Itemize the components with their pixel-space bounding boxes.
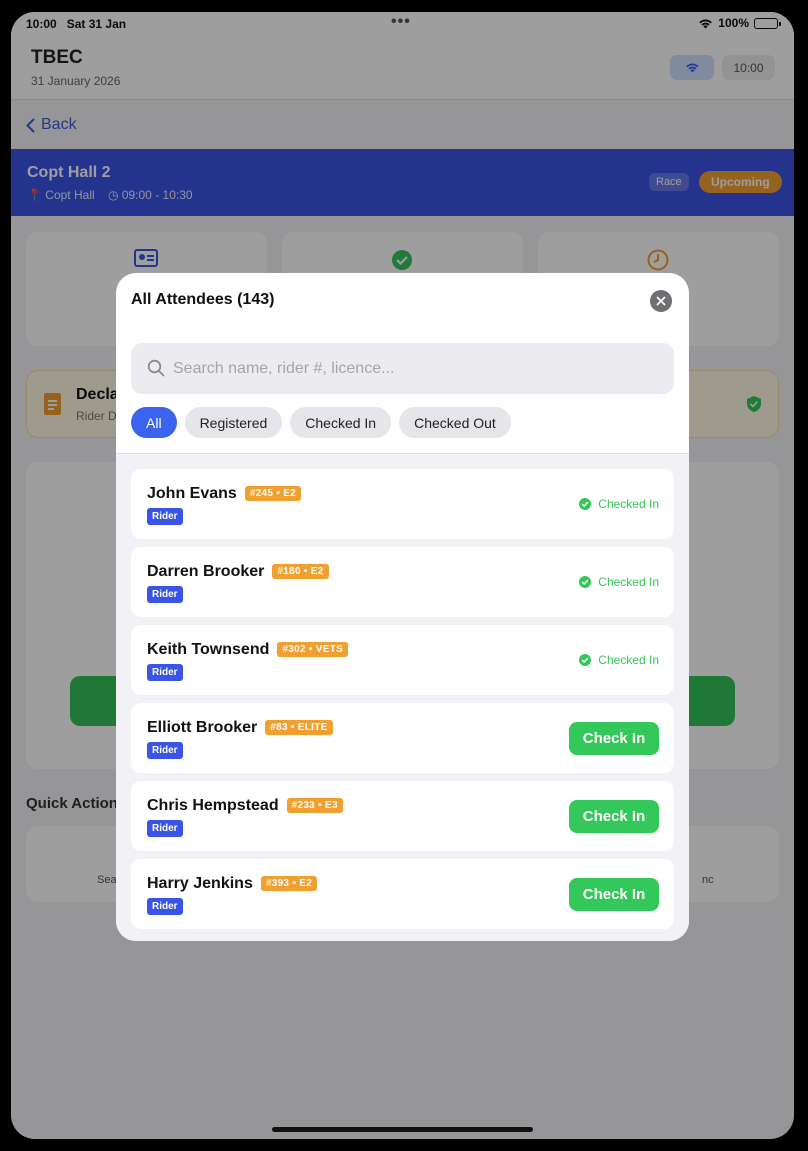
role-badge: Rider — [147, 508, 183, 525]
attendee-row[interactable]: Keith Townsend #302 • VETS Rider Checked … — [131, 625, 674, 695]
attendee-name: Darren Brooker #180 • E2 — [147, 563, 329, 581]
check-in-button[interactable]: Check In — [569, 878, 659, 911]
rider-number-badge: #302 • VETS — [277, 642, 349, 657]
attendee-row[interactable]: Darren Brooker #180 • E2 Rider Checked In — [131, 547, 674, 617]
search-icon — [147, 359, 165, 377]
checkmark-circle-icon — [579, 576, 592, 588]
role-badge: Rider — [147, 898, 183, 915]
rider-number-badge: #393 • E2 — [260, 876, 318, 891]
role-badge: Rider — [147, 586, 183, 603]
attendee-name: John Evans #245 • E2 — [147, 485, 302, 503]
attendee-name: Keith Townsend #302 • VETS — [147, 641, 349, 659]
checked-in-status: Checked In — [579, 497, 659, 511]
modal-header: All Attendees (143) All Registered Check… — [116, 273, 689, 453]
filter-checked-in[interactable]: Checked In — [290, 407, 392, 438]
role-badge: Rider — [147, 820, 183, 837]
rider-number-badge: #233 • E3 — [286, 798, 343, 813]
attendee-row[interactable]: Chris Hempstead #233 • E3 Rider Check In — [131, 781, 674, 851]
check-in-button[interactable]: Check In — [569, 722, 659, 755]
checked-in-status: Checked In — [579, 575, 659, 589]
attendee-row[interactable]: Elliott Brooker #83 • ELITE Rider Check I… — [131, 703, 674, 773]
filter-checked-out[interactable]: Checked Out — [399, 407, 511, 438]
search-field[interactable] — [131, 343, 674, 394]
checkmark-circle-icon — [579, 498, 592, 510]
check-in-button[interactable]: Check In — [569, 800, 659, 833]
rider-number-badge: #83 • ELITE — [265, 720, 333, 735]
attendee-row[interactable]: Harry Jenkins #393 • E2 Rider Check In — [131, 859, 674, 929]
close-icon — [656, 296, 666, 306]
role-badge: Rider — [147, 742, 183, 759]
attendee-list[interactable]: John Evans #245 • E2 Rider Checked In Dar… — [116, 454, 689, 941]
attendee-name: Chris Hempstead #233 • E3 — [147, 797, 343, 815]
attendee-name: Harry Jenkins #393 • E2 — [147, 875, 318, 893]
attendee-name: Elliott Brooker #83 • ELITE — [147, 719, 333, 737]
checkmark-circle-icon — [579, 654, 592, 666]
rider-number-badge: #245 • E2 — [244, 486, 302, 501]
checked-in-status: Checked In — [579, 653, 659, 667]
attendee-row[interactable]: John Evans #245 • E2 Rider Checked In — [131, 469, 674, 539]
attendees-modal: All Attendees (143) All Registered Check… — [116, 273, 689, 941]
ipad-screen: 10:00 Sat 31 Jan ••• 100% TBEC 31 Januar… — [11, 12, 794, 1139]
search-input[interactable] — [173, 343, 663, 394]
filter-chips: All Registered Checked In Checked Out — [131, 407, 511, 438]
filter-all[interactable]: All — [131, 407, 177, 438]
role-badge: Rider — [147, 664, 183, 681]
rider-number-badge: #180 • E2 — [272, 564, 329, 579]
home-indicator[interactable] — [272, 1127, 533, 1132]
filter-registered[interactable]: Registered — [184, 407, 283, 438]
modal-title: All Attendees (143) — [131, 291, 275, 308]
close-button[interactable] — [650, 290, 672, 312]
